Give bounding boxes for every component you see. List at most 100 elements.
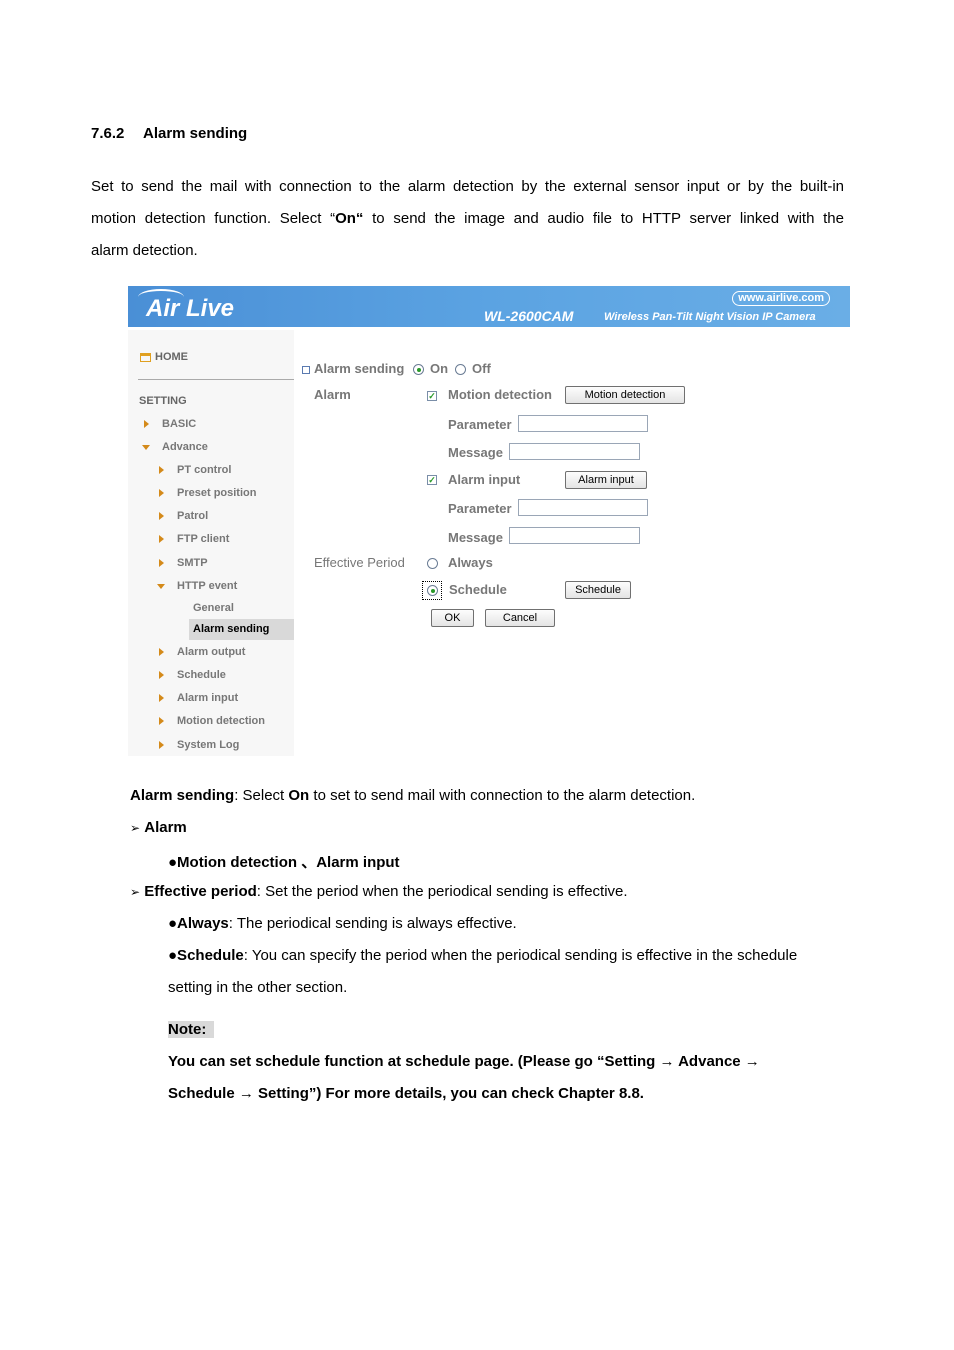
motion-detection-label: Motion detection <box>448 387 552 402</box>
desc-effective-period: ➢ Effective period: Set the period when … <box>130 883 628 900</box>
alarm-sending-label: Alarm sending <box>314 361 405 376</box>
label: HTTP event <box>177 580 238 592</box>
model-name: WL-2600CAM <box>484 308 574 324</box>
intro-text: to send the image and audio file to HTTP… <box>363 210 844 227</box>
desc-always: ●Always: The periodical sending is alway… <box>168 915 517 932</box>
sidebar-item-preset-position[interactable]: Preset position <box>159 487 256 499</box>
sidebar: HOME SETTING BASIC Advance PT control Pr… <box>128 330 294 756</box>
sidebar-setting-heading: SETTING <box>139 395 187 407</box>
label: BASIC <box>162 418 197 430</box>
alarm-input-button[interactable]: Alarm input <box>565 471 647 489</box>
sidebar-item-schedule[interactable]: Schedule <box>159 669 226 681</box>
label: Preset position <box>177 487 257 499</box>
arrow-right-icon <box>159 648 164 657</box>
arrow-right-icon <box>144 420 149 429</box>
label: Alarm input <box>177 692 239 704</box>
note-line-1: You can set schedule function at schedul… <box>168 1053 760 1070</box>
motion-detection-button[interactable]: Motion detection <box>565 386 685 404</box>
label: System Log <box>177 739 240 751</box>
schedule-radio[interactable] <box>427 585 438 596</box>
label: Motion detection <box>177 715 265 727</box>
arrow-right-icon <box>159 741 164 750</box>
note-line-2: Schedule → Setting”) For more details, y… <box>168 1085 644 1102</box>
text: : Select <box>234 787 289 804</box>
intro-paragraph: Set to send the mail with connection to … <box>91 171 844 267</box>
term: Alarm sending <box>130 787 235 804</box>
airlive-logo: Air Live <box>146 295 235 322</box>
note-label: Note: <box>168 1021 215 1038</box>
arrow-down-icon <box>142 444 150 450</box>
label: Alarm output <box>177 646 246 658</box>
tagline: Wireless Pan-Tilt Night Vision IP Camera <box>604 311 816 323</box>
intro-line-3: alarm detection. <box>91 242 198 259</box>
label: SMTP <box>177 557 208 569</box>
home-icon <box>140 352 151 362</box>
cancel-button[interactable]: Cancel <box>485 609 555 627</box>
arrow-right-icon <box>159 717 164 726</box>
label: FTP client <box>177 533 230 545</box>
arrow-right-icon <box>159 535 164 544</box>
motion-parameter-label: Parameter <box>448 417 512 432</box>
sidebar-item-general[interactable]: General <box>193 602 234 614</box>
off-label: Off <box>472 361 491 376</box>
label: Patrol <box>177 510 209 522</box>
alarm-message-input[interactable] <box>509 527 640 544</box>
intro-text: motion detection function. Select “ <box>91 210 336 227</box>
text: : You can specify the period when the pe… <box>243 947 798 964</box>
sidebar-item-basic[interactable]: BASIC <box>144 418 196 430</box>
sidebar-home[interactable]: HOME <box>140 351 188 363</box>
desc-schedule: ●Schedule: You can specify the period wh… <box>168 947 797 964</box>
alarm-message-label: Message <box>448 530 503 545</box>
site-link[interactable]: www.airlive.com <box>732 291 830 306</box>
intro-line-1: Set to send the mail with connection to … <box>91 178 844 195</box>
schedule-label: Schedule <box>449 582 507 597</box>
alarm-sending-form: Alarm sending On Off Alarm ✓ Motion dete… <box>294 330 850 756</box>
sidebar-item-alarm-output[interactable]: Alarm output <box>159 646 245 658</box>
alarm-label: Alarm <box>314 387 351 402</box>
divider <box>138 379 294 380</box>
arrow-right-icon <box>159 671 164 680</box>
section-title: Alarm sending <box>143 125 248 142</box>
sidebar-item-advance[interactable]: Advance <box>142 441 208 453</box>
desc-alarm-sub: ●Motion detection 、Alarm input <box>168 854 400 871</box>
sidebar-item-system-log[interactable]: System Log <box>159 739 239 751</box>
motion-message-input[interactable] <box>509 443 640 460</box>
ok-button[interactable]: OK <box>431 609 474 627</box>
sidebar-item-alarm-input[interactable]: Alarm input <box>159 692 238 704</box>
section-number: 7.6.2 <box>91 125 125 142</box>
alarm-input-checkbox[interactable]: ✓ <box>427 475 437 485</box>
text: : Set the period when the periodical sen… <box>256 883 628 900</box>
sidebar-item-alarm-sending[interactable]: Alarm sending <box>189 619 294 640</box>
alarm-parameter-input[interactable] <box>518 499 648 516</box>
sidebar-item-http-event[interactable]: HTTP event <box>157 580 237 592</box>
sidebar-item-ftp-client[interactable]: FTP client <box>159 533 229 545</box>
arrow-bullet-icon: ➢ <box>130 885 141 899</box>
desc-alarm: ➢ Alarm <box>130 819 187 836</box>
always-radio[interactable] <box>427 558 438 569</box>
desc-schedule-line2: setting in the other section. <box>168 979 348 996</box>
arrow-right-icon <box>159 512 164 521</box>
sidebar-item-smtp[interactable]: SMTP <box>159 557 208 569</box>
banner: Air Live www.airlive.com WL-2600CAM Wire… <box>128 286 850 327</box>
term: ●Schedule <box>168 947 244 964</box>
schedule-button[interactable]: Schedule <box>565 581 631 599</box>
label: PT control <box>177 464 232 476</box>
square-bullet-icon <box>302 366 310 374</box>
sidebar-item-motion-detection[interactable]: Motion detection <box>159 715 265 727</box>
motion-parameter-input[interactable] <box>518 415 648 432</box>
sidebar-item-patrol[interactable]: Patrol <box>159 510 208 522</box>
term: Effective period <box>144 883 257 900</box>
motion-message-label: Message <box>448 445 503 460</box>
label: Schedule <box>177 669 226 681</box>
section-heading: 7.6.2 Alarm sending <box>91 125 247 142</box>
arrow-bullet-icon: ➢ <box>130 821 141 835</box>
arrow-right-icon <box>159 694 164 703</box>
term-on: On <box>288 787 310 804</box>
alarm-sending-off-radio[interactable] <box>455 364 466 375</box>
motion-detection-checkbox[interactable]: ✓ <box>427 391 437 401</box>
note-highlight: Note: <box>168 1021 215 1038</box>
alarm-sending-on-radio[interactable] <box>413 364 424 375</box>
intro-on: On“ <box>335 210 364 227</box>
alarm-parameter-label: Parameter <box>448 501 512 516</box>
sidebar-item-pt-control[interactable]: PT control <box>159 464 231 476</box>
